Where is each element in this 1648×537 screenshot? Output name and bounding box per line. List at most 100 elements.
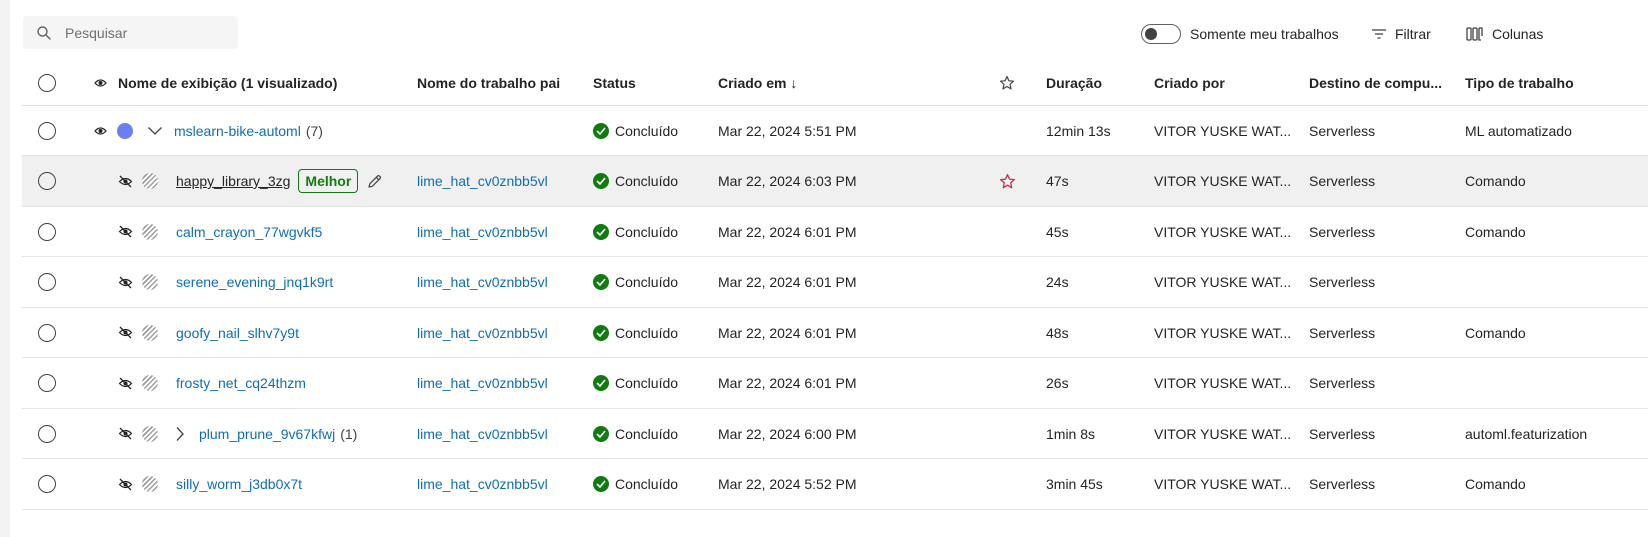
row-select-radio[interactable] [38,222,56,241]
column-header-display-name[interactable]: Nome de exibição (1 visualizado) [118,61,337,105]
search-box[interactable] [23,16,238,49]
display-name-cell: plum_prune_9v67kfwj (1) [199,409,357,458]
row-select-radio[interactable] [38,172,56,190]
parent-job-cell: lime_hat_cv0znbb5vl [417,308,548,357]
pencil-icon[interactable] [366,173,383,190]
display-name-cell: goofy_nail_slhv7y9t [176,308,299,357]
eye-off-icon[interactable] [118,478,133,491]
search-icon [37,26,51,40]
parent-job-link[interactable]: lime_hat_cv0znbb5vl [417,375,548,391]
visibility-cell [118,308,133,357]
star-icon[interactable] [999,173,1016,190]
select-all-radio[interactable] [38,74,56,92]
job-name-link[interactable]: silly_worm_j3db0x7t [176,476,302,492]
eye-off-icon[interactable] [118,175,133,188]
duration-cell: 24s [1046,274,1069,290]
job-name-link[interactable]: happy_library_3zg [176,173,290,189]
chevron-down-icon[interactable] [147,126,163,136]
table-row[interactable]: silly_worm_j3db0x7t lime_hat_cv0znbb5vl Co… [22,459,1648,510]
visibility-cell [118,257,133,307]
job-name-link[interactable]: calm_crayon_77wgvkf5 [176,224,322,240]
compute-cell: Serverless [1309,324,1376,341]
checkmark-circle-icon [593,324,609,341]
chevron-right-icon[interactable] [175,426,185,442]
parent-job-link[interactable]: lime_hat_cv0znbb5vl [417,274,548,290]
hatched-series-dot[interactable] [142,223,158,240]
eye-icon[interactable] [94,78,107,88]
status-cell: Concluído [593,106,678,155]
hatched-series-dot[interactable] [142,173,158,189]
status-text: Concluído [615,223,679,240]
parent-job-cell: lime_hat_cv0znbb5vl [417,459,548,509]
status-cell: Concluído [593,257,678,307]
visibility-cell [118,459,133,509]
eye-icon[interactable] [94,126,107,136]
job-name-link[interactable]: plum_prune_9v67kfwj [199,426,335,442]
columns-button[interactable]: Colunas [1466,23,1543,45]
toggle-knob [1145,28,1157,40]
display-name-cell: silly_worm_j3db0x7t [176,459,302,509]
column-header-status[interactable]: Status [593,61,636,105]
parent-job-link[interactable]: lime_hat_cv0znbb5vl [417,224,548,240]
column-header-job-type[interactable]: Tipo de trabalho [1465,61,1574,105]
row-select-radio[interactable] [38,121,56,140]
table-row[interactable]: serene_evening_jnq1k9rt lime_hat_cv0znbb5… [22,257,1648,308]
created-by-cell: VITOR YUSKE WAT... [1154,274,1292,290]
parent-job-link[interactable]: lime_hat_cv0znbb5vl [417,173,548,189]
status-text: Concluído [615,375,679,391]
columns-label: Colunas [1492,26,1544,42]
created-cell: Mar 22, 2024 5:52 PM [718,476,857,492]
parent-job-link[interactable]: lime_hat_cv0znbb5vl [417,325,548,341]
row-select-radio[interactable] [38,273,56,291]
job-type-cell: Comando [1465,476,1526,492]
parent-job-link[interactable]: lime_hat_cv0znbb5vl [417,476,548,492]
eye-off-icon[interactable] [118,326,133,339]
jobs-panel: Somente meu trabalhos Filtrar Colunas No… [10,0,1648,537]
hatched-series-dot[interactable] [142,425,158,442]
table-row[interactable]: happy_library_3zg Melhor lime_hat_cv0znbb5… [22,156,1648,207]
created-cell: Mar 22, 2024 6:01 PM [718,324,857,341]
hatched-series-dot[interactable] [142,375,158,391]
table-row[interactable]: plum_prune_9v67kfwj (1) lime_hat_cv0znbb5v… [22,409,1648,459]
table-row-parent[interactable]: mslearn-bike-automl (7) Concluído Mar 22… [22,106,1648,156]
table-row[interactable]: frosty_net_cq24thzm lime_hat_cv0znbb5vl Co… [22,358,1648,409]
star-outline-icon[interactable] [999,75,1015,91]
column-header-parent-job[interactable]: Nome do trabalho pai [417,61,560,105]
eye-off-icon[interactable] [118,377,133,390]
search-input[interactable] [65,16,230,49]
visibility-cell [118,207,133,256]
created-cell: Mar 22, 2024 6:03 PM [718,173,857,189]
job-name-link[interactable]: serene_evening_jnq1k9rt [176,274,333,290]
eye-off-icon[interactable] [118,427,133,440]
row-select-radio[interactable] [38,475,56,493]
table-row[interactable]: calm_crayon_77wgvkf5 lime_hat_cv0znbb5vl C… [22,207,1648,257]
row-select-radio[interactable] [38,374,56,392]
only-my-jobs-toggle-group[interactable]: Somente meu trabalhos [1141,23,1339,45]
job-type-cell: Comando [1465,324,1526,341]
row-select-radio[interactable] [38,323,56,342]
table-row[interactable]: goofy_nail_slhv7y9t lime_hat_cv0znbb5vl Co… [22,308,1648,358]
job-name-link[interactable]: frosty_net_cq24thzm [176,375,306,391]
hatched-series-dot[interactable] [142,324,158,341]
column-header-created-on[interactable]: Criado em ↓ [718,61,797,105]
only-my-jobs-toggle[interactable] [1141,24,1181,44]
row-select-radio[interactable] [38,424,56,443]
eye-off-icon[interactable] [118,225,133,238]
job-name-link[interactable]: goofy_nail_slhv7y9t [176,325,299,341]
hatched-series-dot[interactable] [142,274,158,290]
job-name-link[interactable]: mslearn-bike-automl [174,123,301,139]
eye-off-icon[interactable] [118,276,133,289]
hatched-series-dot[interactable] [142,476,158,492]
series-color-dot[interactable] [117,122,133,139]
filter-button[interactable]: Filtrar [1371,23,1431,45]
best-badge: Melhor [298,169,359,193]
parent-job-link[interactable]: lime_hat_cv0znbb5vl [417,426,548,442]
column-header-duration[interactable]: Duração [1046,61,1102,105]
display-name-cell: frosty_net_cq24thzm [176,358,306,408]
created-cell: Mar 22, 2024 6:01 PM [718,274,857,290]
job-type-cell: Comando [1465,173,1526,189]
column-header-created-by[interactable]: Criado por [1154,61,1225,105]
color-dot-cell [142,409,158,458]
created-cell: Mar 22, 2024 6:01 PM [718,223,857,240]
column-header-compute-target[interactable]: Destino de compu... [1309,61,1442,105]
